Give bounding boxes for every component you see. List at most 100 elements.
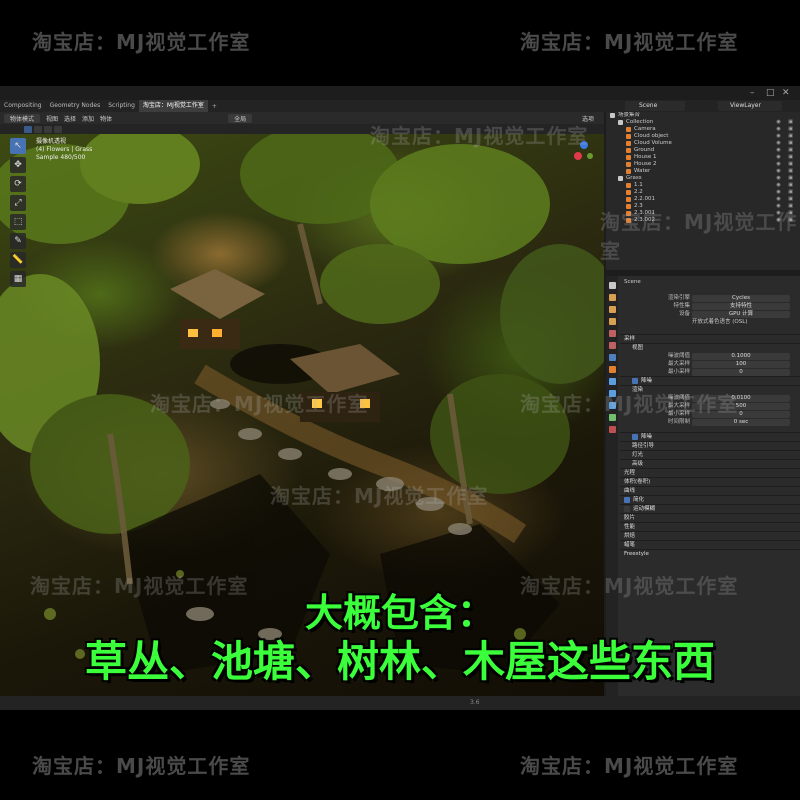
outliner-item[interactable]: Ground ◉ ▣ bbox=[606, 147, 800, 154]
render-subsection[interactable]: 渲染 bbox=[620, 385, 800, 394]
transform-tool-icon[interactable]: ⬚ bbox=[10, 214, 26, 230]
visibility-toggle-icon[interactable]: ◉ ▣ bbox=[776, 203, 796, 210]
annotate-tool-icon[interactable]: ✎ bbox=[10, 233, 26, 249]
outliner-item[interactable]: House 1 ◉ ▣ bbox=[606, 154, 800, 161]
world-tab-icon[interactable] bbox=[608, 342, 616, 349]
transform-orientation-dropdown[interactable]: 全局 bbox=[228, 113, 253, 123]
move-tool-icon[interactable]: ✥ bbox=[10, 157, 26, 173]
select-mode-new-button[interactable] bbox=[24, 125, 32, 133]
maximize-button[interactable]: □ bbox=[766, 88, 775, 98]
grease-pencil-section[interactable]: 蜡笔 bbox=[620, 540, 800, 549]
advanced-subsection[interactable]: 高级 bbox=[620, 459, 800, 468]
view-layer-selector[interactable]: ViewLayer bbox=[718, 101, 782, 111]
outliner-item[interactable]: 1.1 ◉ ▣ bbox=[606, 182, 800, 189]
freestyle-section[interactable]: Freestyle bbox=[620, 549, 800, 558]
motion-blur-section[interactable]: 运动模糊 bbox=[620, 504, 800, 513]
menu-view[interactable]: 视图 bbox=[46, 114, 58, 123]
r-denoise-checkbox[interactable] bbox=[632, 433, 638, 440]
r-min-samples-field[interactable]: 0 bbox=[692, 410, 790, 418]
lights-subsection[interactable]: 灯光 bbox=[620, 450, 800, 459]
scene-selector[interactable]: Scene bbox=[625, 101, 685, 111]
render-engine-dropdown[interactable]: Cycles bbox=[692, 294, 790, 302]
visibility-toggle-icon[interactable]: ◉ ▣ bbox=[776, 140, 796, 147]
minimize-button[interactable]: – bbox=[750, 88, 755, 98]
visibility-toggle-icon[interactable]: ◉ ▣ bbox=[776, 189, 796, 196]
visibility-toggle-icon[interactable]: ◉ ▣ bbox=[776, 161, 796, 168]
outliner-item[interactable]: Grass ◉ ▣ bbox=[606, 175, 800, 182]
device-dropdown[interactable]: GPU 计算 bbox=[692, 310, 790, 318]
feature-set-dropdown[interactable]: 支持特性 bbox=[692, 302, 790, 310]
add-cube-tool-icon[interactable]: ▦ bbox=[10, 271, 26, 287]
object-tab-icon[interactable] bbox=[608, 366, 616, 373]
tab-compositing[interactable]: Compositing bbox=[0, 100, 46, 112]
tab-scripting[interactable]: Scripting bbox=[104, 100, 139, 112]
visibility-toggle-icon[interactable]: ◉ ▣ bbox=[776, 175, 796, 182]
vp-denoise-checkbox[interactable] bbox=[632, 377, 638, 384]
data-tab-icon[interactable] bbox=[608, 414, 616, 421]
navigation-gizmo-icon[interactable] bbox=[572, 140, 596, 164]
tool-tab-icon[interactable] bbox=[608, 282, 616, 289]
r-max-samples-field[interactable]: 500 bbox=[692, 402, 790, 410]
material-tab-icon[interactable] bbox=[608, 426, 616, 433]
tab-geometry-nodes[interactable]: Geometry Nodes bbox=[46, 100, 105, 112]
menu-add[interactable]: 添加 bbox=[82, 114, 94, 123]
collection-tab-icon[interactable] bbox=[608, 354, 616, 361]
visibility-toggle-icon[interactable]: ◉ ▣ bbox=[776, 119, 796, 126]
vp-noise-threshold-field[interactable]: 0.1000 bbox=[692, 352, 790, 360]
output-tab-icon[interactable] bbox=[608, 306, 616, 313]
select-mode-invert-button[interactable] bbox=[54, 125, 62, 133]
visibility-toggle-icon[interactable]: ◉ ▣ bbox=[776, 168, 796, 175]
visibility-toggle-icon[interactable]: ◉ ▣ bbox=[776, 133, 796, 140]
particles-tab-icon[interactable] bbox=[608, 390, 616, 397]
outliner-item[interactable]: Camera ◉ ▣ bbox=[606, 126, 800, 133]
volumes-section[interactable]: 体积(卷积) bbox=[620, 477, 800, 486]
vp-min-samples-field[interactable]: 0 bbox=[692, 368, 790, 376]
visibility-toggle-icon[interactable]: ◉ ▣ bbox=[776, 210, 796, 217]
options-dropdown[interactable]: 选项 bbox=[582, 114, 594, 123]
curves-section[interactable]: 曲线 bbox=[620, 486, 800, 495]
r-time-limit-field[interactable]: 0 sec bbox=[692, 418, 790, 426]
r-denoise-subsection[interactable]: 降噪 bbox=[620, 432, 800, 441]
measure-tool-icon[interactable]: 📏 bbox=[10, 252, 26, 268]
simplify-checkbox[interactable] bbox=[624, 496, 630, 503]
scale-tool-icon[interactable]: ⤢ bbox=[10, 195, 26, 211]
performance-section[interactable]: 性能 bbox=[620, 522, 800, 531]
menu-select[interactable]: 选择 bbox=[64, 114, 76, 123]
physics-tab-icon[interactable] bbox=[608, 402, 616, 409]
visibility-toggle-icon[interactable]: ◉ ▣ bbox=[776, 182, 796, 189]
outliner-item[interactable]: House 2 ◉ ▣ bbox=[606, 161, 800, 168]
select-mode-subtract-button[interactable] bbox=[44, 125, 52, 133]
visibility-toggle-icon[interactable]: ◉ ▣ bbox=[776, 154, 796, 161]
outliner-item[interactable]: 2.2.001 ◉ ▣ bbox=[606, 196, 800, 203]
outliner-item[interactable]: 2.3.002 ◉ ▣ bbox=[606, 217, 800, 224]
outliner-item[interactable]: Cloud Volume ◉ ▣ bbox=[606, 140, 800, 147]
simplify-section[interactable]: 简化 bbox=[620, 495, 800, 504]
film-section[interactable]: 胶片 bbox=[620, 513, 800, 522]
add-workspace-button[interactable]: + bbox=[208, 103, 221, 110]
select-tool-icon[interactable]: ↖ bbox=[10, 138, 26, 154]
motion-blur-checkbox[interactable] bbox=[624, 505, 630, 512]
scene-tab-icon[interactable] bbox=[608, 330, 616, 337]
r-noise-threshold-field[interactable]: 0.0100 bbox=[692, 394, 790, 402]
close-button[interactable]: ✕ bbox=[782, 88, 790, 98]
visibility-toggle-icon[interactable]: ◉ ▣ bbox=[776, 217, 796, 224]
outliner-item[interactable]: Collection ◉ ▣ bbox=[606, 119, 800, 126]
outliner-item[interactable]: 2.3 ◉ ▣ bbox=[606, 203, 800, 210]
modifier-tab-icon[interactable] bbox=[608, 378, 616, 385]
osl-checkbox-label[interactable]: 开放式着色语言 (OSL) bbox=[692, 318, 747, 326]
viewport-subsection[interactable]: 视图 bbox=[620, 343, 800, 352]
vp-denoise-subsection[interactable]: 降噪 bbox=[620, 376, 800, 385]
outliner-item[interactable]: Cloud object ◉ ▣ bbox=[606, 133, 800, 140]
menu-object[interactable]: 物体 bbox=[100, 114, 112, 123]
outliner-item[interactable]: Water ◉ ▣ bbox=[606, 168, 800, 175]
outliner-root[interactable]: 场景集合 bbox=[606, 112, 800, 119]
light-paths-section[interactable]: 光程 bbox=[620, 468, 800, 477]
view-layer-tab-icon[interactable] bbox=[608, 318, 616, 325]
vp-max-samples-field[interactable]: 100 bbox=[692, 360, 790, 368]
visibility-toggle-icon[interactable]: ◉ ▣ bbox=[776, 196, 796, 203]
rotate-tool-icon[interactable]: ⟳ bbox=[10, 176, 26, 192]
render-tab-icon[interactable] bbox=[608, 294, 616, 301]
select-mode-extend-button[interactable] bbox=[34, 125, 42, 133]
tab-custom-workspace[interactable]: 淘宝店：MJ视觉工作室 bbox=[138, 100, 208, 112]
outliner-item[interactable]: 2.3.001 ◉ ▣ bbox=[606, 210, 800, 217]
